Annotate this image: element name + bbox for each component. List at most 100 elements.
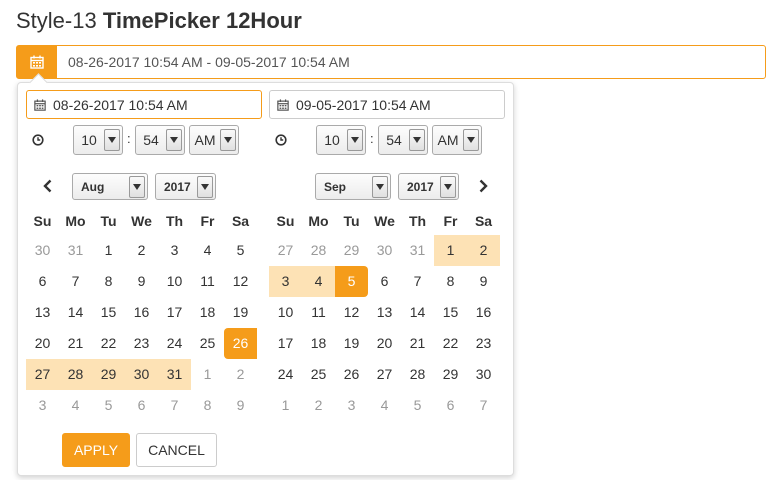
day-cell[interactable]: 2 xyxy=(125,235,158,266)
day-cell[interactable]: 18 xyxy=(302,328,335,359)
day-cell[interactable]: 15 xyxy=(92,297,125,328)
day-cell[interactable]: 25 xyxy=(302,359,335,390)
day-cell[interactable]: 2 xyxy=(302,390,335,421)
day-cell[interactable]: 2 xyxy=(467,235,500,266)
day-cell[interactable]: 24 xyxy=(158,328,191,359)
day-cell[interactable]: 3 xyxy=(26,390,59,421)
day-cell[interactable]: 6 xyxy=(368,266,401,297)
day-cell[interactable]: 19 xyxy=(224,297,257,328)
day-cell[interactable]: 7 xyxy=(158,390,191,421)
apply-button[interactable]: APPLY xyxy=(62,433,130,467)
day-cell[interactable]: 16 xyxy=(467,297,500,328)
start-date-input[interactable]: 08-26-2017 10:54 AM xyxy=(26,90,262,119)
day-cell[interactable]: 27 xyxy=(269,235,302,266)
day-cell[interactable]: 20 xyxy=(368,328,401,359)
start-minute-select[interactable]: 54 xyxy=(135,125,185,155)
day-cell[interactable]: 4 xyxy=(302,266,335,297)
day-cell[interactable]: 21 xyxy=(401,328,434,359)
day-cell[interactable]: 10 xyxy=(269,297,302,328)
day-cell[interactable]: 22 xyxy=(92,328,125,359)
day-cell[interactable]: 21 xyxy=(59,328,92,359)
day-cell[interactable]: 14 xyxy=(59,297,92,328)
day-cell[interactable]: 22 xyxy=(434,328,467,359)
day-cell[interactable]: 6 xyxy=(125,390,158,421)
day-cell[interactable]: 23 xyxy=(467,328,500,359)
day-cell[interactable]: 31 xyxy=(158,359,191,390)
end-hour-select[interactable]: 10 xyxy=(316,125,366,155)
day-cell[interactable]: 7 xyxy=(467,390,500,421)
day-cell[interactable]: 26 xyxy=(224,328,257,359)
day-cell[interactable]: 9 xyxy=(467,266,500,297)
day-cell[interactable]: 5 xyxy=(92,390,125,421)
day-cell[interactable]: 4 xyxy=(59,390,92,421)
day-cell[interactable]: 25 xyxy=(191,328,224,359)
day-cell[interactable]: 31 xyxy=(401,235,434,266)
day-cell[interactable]: 8 xyxy=(434,266,467,297)
day-cell[interactable]: 26 xyxy=(335,359,368,390)
day-cell[interactable]: 12 xyxy=(335,297,368,328)
left-year-select[interactable]: 2017 xyxy=(155,173,216,200)
day-cell[interactable]: 8 xyxy=(191,390,224,421)
day-cell[interactable]: 3 xyxy=(335,390,368,421)
day-cell[interactable]: 17 xyxy=(158,297,191,328)
day-cell[interactable]: 7 xyxy=(401,266,434,297)
day-cell[interactable]: 15 xyxy=(434,297,467,328)
day-cell[interactable]: 27 xyxy=(26,359,59,390)
day-cell[interactable]: 28 xyxy=(401,359,434,390)
day-cell[interactable]: 17 xyxy=(269,328,302,359)
day-cell[interactable]: 7 xyxy=(59,266,92,297)
day-cell[interactable]: 6 xyxy=(434,390,467,421)
day-cell[interactable]: 30 xyxy=(368,235,401,266)
day-cell[interactable]: 29 xyxy=(92,359,125,390)
left-month-select[interactable]: Aug xyxy=(72,173,148,200)
end-ampm-select[interactable]: AM xyxy=(432,125,482,155)
day-cell[interactable]: 19 xyxy=(335,328,368,359)
day-cell[interactable]: 1 xyxy=(92,235,125,266)
day-cell[interactable]: 14 xyxy=(401,297,434,328)
day-cell[interactable]: 24 xyxy=(269,359,302,390)
start-ampm-select[interactable]: AM xyxy=(189,125,239,155)
day-cell[interactable]: 31 xyxy=(59,235,92,266)
day-cell[interactable]: 11 xyxy=(191,266,224,297)
day-cell[interactable]: 28 xyxy=(59,359,92,390)
day-cell[interactable]: 27 xyxy=(368,359,401,390)
date-range-input[interactable]: 08-26-2017 10:54 AM - 09-05-2017 10:54 A… xyxy=(16,45,766,79)
day-cell[interactable]: 30 xyxy=(26,235,59,266)
chevron-left-icon[interactable] xyxy=(40,178,56,194)
day-cell[interactable]: 18 xyxy=(191,297,224,328)
day-cell[interactable]: 28 xyxy=(302,235,335,266)
day-cell[interactable]: 8 xyxy=(92,266,125,297)
day-cell[interactable]: 5 xyxy=(224,235,257,266)
start-hour-select[interactable]: 10 xyxy=(73,125,123,155)
day-cell[interactable]: 1 xyxy=(269,390,302,421)
day-cell[interactable]: 9 xyxy=(125,266,158,297)
right-month-select[interactable]: Sep xyxy=(315,173,391,200)
day-cell[interactable]: 11 xyxy=(302,297,335,328)
day-cell[interactable]: 1 xyxy=(434,235,467,266)
day-cell[interactable]: 9 xyxy=(224,390,257,421)
end-date-input[interactable]: 09-05-2017 10:54 AM xyxy=(269,90,505,119)
day-cell[interactable]: 29 xyxy=(335,235,368,266)
day-cell[interactable]: 5 xyxy=(401,390,434,421)
day-cell[interactable]: 30 xyxy=(125,359,158,390)
day-cell[interactable]: 2 xyxy=(224,359,257,390)
day-cell[interactable]: 6 xyxy=(26,266,59,297)
day-cell[interactable]: 23 xyxy=(125,328,158,359)
day-cell[interactable]: 4 xyxy=(191,235,224,266)
right-year-select[interactable]: 2017 xyxy=(398,173,459,200)
day-cell[interactable]: 30 xyxy=(467,359,500,390)
cancel-button[interactable]: CANCEL xyxy=(136,433,217,467)
day-cell[interactable]: 3 xyxy=(158,235,191,266)
day-cell[interactable]: 5 xyxy=(335,266,368,297)
day-cell[interactable]: 12 xyxy=(224,266,257,297)
day-cell[interactable]: 20 xyxy=(26,328,59,359)
day-cell[interactable]: 10 xyxy=(158,266,191,297)
day-cell[interactable]: 29 xyxy=(434,359,467,390)
chevron-right-icon[interactable] xyxy=(475,178,491,194)
end-minute-select[interactable]: 54 xyxy=(378,125,428,155)
day-cell[interactable]: 13 xyxy=(26,297,59,328)
day-cell[interactable]: 13 xyxy=(368,297,401,328)
day-cell[interactable]: 1 xyxy=(191,359,224,390)
day-cell[interactable]: 16 xyxy=(125,297,158,328)
day-cell[interactable]: 3 xyxy=(269,266,302,297)
